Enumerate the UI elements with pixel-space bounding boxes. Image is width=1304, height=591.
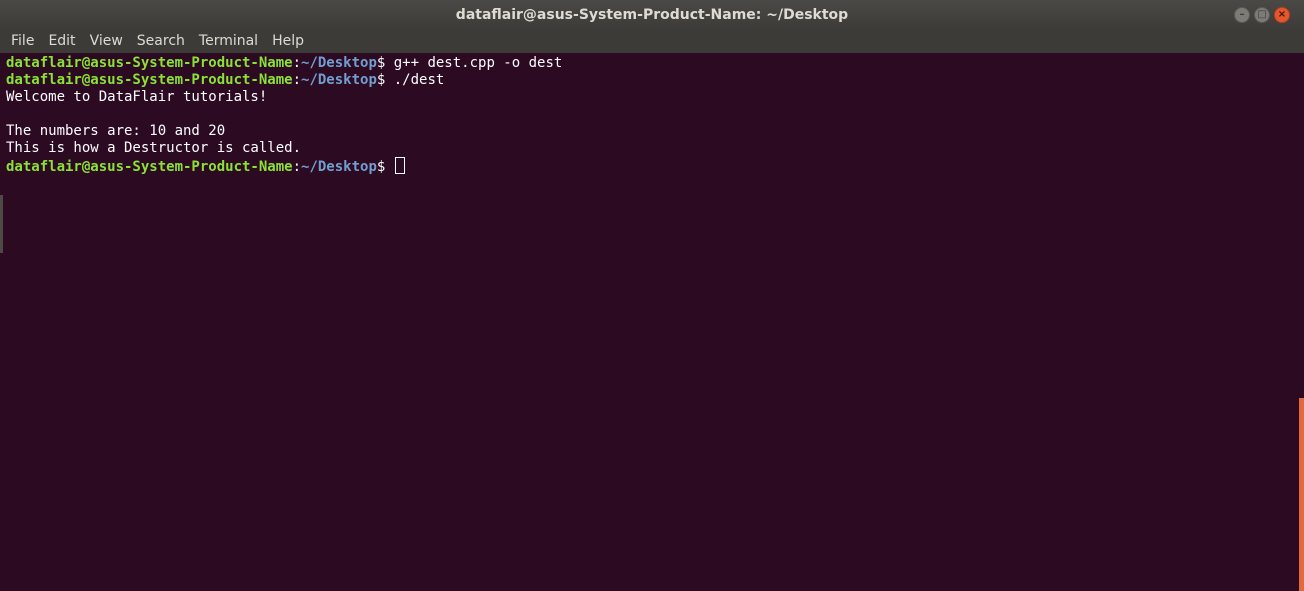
maximize-icon: □ bbox=[1257, 9, 1267, 20]
prompt-line: dataflair@asus-System-Product-Name:~/Des… bbox=[6, 157, 1304, 175]
prompt-user-host: dataflair@asus-System-Product-Name bbox=[6, 55, 293, 71]
prompt-symbol: $ bbox=[376, 72, 394, 88]
menu-help[interactable]: Help bbox=[272, 30, 304, 53]
window-controls: – □ × bbox=[1234, 7, 1290, 23]
command-text: ./dest bbox=[393, 72, 445, 88]
output-line: This is how a Destructor is called. bbox=[6, 140, 302, 156]
left-edge-handle bbox=[0, 195, 3, 253]
menu-edit[interactable]: Edit bbox=[48, 30, 75, 53]
prompt-separator: : bbox=[292, 55, 302, 71]
minimize-icon: – bbox=[1239, 9, 1245, 20]
output-line: The numbers are: 10 and 20 bbox=[6, 123, 226, 139]
prompt-separator: : bbox=[292, 72, 302, 88]
minimize-button[interactable]: – bbox=[1234, 7, 1250, 23]
prompt-path: ~/Desktop bbox=[301, 55, 377, 71]
prompt-path: ~/Desktop bbox=[301, 159, 377, 175]
menu-file[interactable]: File bbox=[11, 30, 34, 53]
scrollbar[interactable] bbox=[1299, 398, 1304, 591]
prompt-user-host: dataflair@asus-System-Product-Name bbox=[6, 72, 293, 88]
command-text: g++ dest.cpp -o dest bbox=[393, 55, 563, 71]
window-title: dataflair@asus-System-Product-Name: ~/De… bbox=[455, 7, 849, 23]
output-line: Welcome to DataFlair tutorials! bbox=[6, 89, 268, 105]
menu-bar: File Edit View Search Terminal Help bbox=[0, 30, 1304, 53]
prompt-symbol: $ bbox=[376, 55, 394, 71]
prompt-line: dataflair@asus-System-Product-Name:~/Des… bbox=[6, 72, 1304, 89]
prompt-separator: : bbox=[292, 159, 302, 175]
prompt-path: ~/Desktop bbox=[301, 72, 377, 88]
menu-view[interactable]: View bbox=[90, 30, 123, 53]
prompt-user-host: dataflair@asus-System-Product-Name bbox=[6, 159, 293, 175]
close-icon: × bbox=[1277, 9, 1287, 20]
title-bar[interactable]: dataflair@asus-System-Product-Name: ~/De… bbox=[0, 0, 1304, 30]
prompt-line: dataflair@asus-System-Product-Name:~/Des… bbox=[6, 55, 1304, 72]
text-cursor bbox=[394, 157, 405, 174]
menu-terminal[interactable]: Terminal bbox=[199, 30, 258, 53]
maximize-button[interactable]: □ bbox=[1254, 7, 1270, 23]
terminal-window: dataflair@asus-System-Product-Name: ~/De… bbox=[0, 0, 1304, 591]
menu-search[interactable]: Search bbox=[137, 30, 185, 53]
close-button[interactable]: × bbox=[1274, 7, 1290, 23]
terminal-output[interactable]: dataflair@asus-System-Product-Name:~/Des… bbox=[0, 53, 1304, 591]
prompt-symbol: $ bbox=[376, 159, 394, 175]
